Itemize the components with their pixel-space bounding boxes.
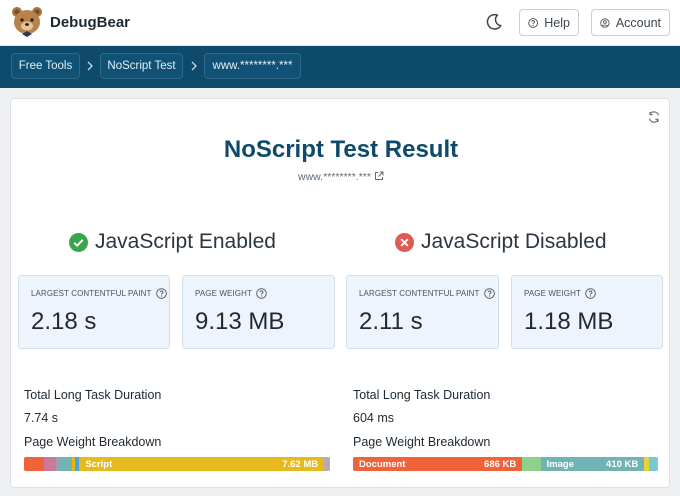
breakdown-segment[interactable] xyxy=(24,457,45,471)
breadcrumb: Free Tools NoScript Test www.********.**… xyxy=(0,46,680,88)
bear-logo-icon[interactable] xyxy=(10,4,44,38)
page-title: NoScript Test Result xyxy=(223,136,459,163)
breadcrumb-url[interactable]: www.********.*** xyxy=(204,53,301,79)
brand-name[interactable]: DebugBear xyxy=(50,14,130,31)
breadcrumb-free-tools[interactable]: Free Tools xyxy=(11,53,80,79)
metric-value: 2.18 s xyxy=(31,308,97,335)
metric-value: 1.18 MB xyxy=(524,308,614,335)
breakdown-segment[interactable] xyxy=(324,457,330,471)
top-header: DebugBear Help Account xyxy=(0,0,680,46)
long-task-value: 7.74 s xyxy=(24,411,59,425)
chevron-right-icon xyxy=(87,61,93,71)
long-task-label: Total Long Task Duration xyxy=(353,388,491,402)
help-circle-icon[interactable] xyxy=(585,288,596,299)
segment-size: 7.62 MB xyxy=(282,458,319,470)
page-weight-breakdown-bar: Document 686 KB Image 410 KB xyxy=(353,457,658,471)
chevron-right-icon xyxy=(191,61,197,71)
metric-value: 2.11 s xyxy=(359,308,423,335)
page-weight-breakdown-bar: Script 7.62 MB xyxy=(24,457,330,471)
metric-page-weight-enabled: PAGE WEIGHT 9.13 MB xyxy=(182,275,335,349)
segment-size: 686 KB xyxy=(484,458,517,470)
breakdown-segment[interactable] xyxy=(59,457,72,471)
breakdown-label: Page Weight Breakdown xyxy=(353,435,491,449)
breakdown-segment[interactable] xyxy=(522,457,541,471)
breakdown-label: Page Weight Breakdown xyxy=(24,435,162,449)
breadcrumb-noscript-test[interactable]: NoScript Test xyxy=(100,53,183,79)
segment-size: 410 KB xyxy=(606,458,639,470)
breakdown-segment[interactable]: Script 7.62 MB xyxy=(79,457,325,471)
long-task-value: 604 ms xyxy=(353,411,394,425)
metric-page-weight-disabled: PAGE WEIGHT 1.18 MB xyxy=(511,275,663,349)
user-circle-icon xyxy=(600,17,610,28)
segment-name: Document xyxy=(359,458,406,470)
moon-icon[interactable] xyxy=(484,12,504,32)
metric-label-text: LARGEST CONTENTFUL PAINT xyxy=(359,289,480,298)
js-enabled-label: JavaScript Enabled xyxy=(95,230,276,253)
breakdown-segment[interactable] xyxy=(44,457,57,471)
metric-lcp-enabled: LARGEST CONTENTFUL PAINT 2.18 s xyxy=(18,275,170,349)
metric-label: LARGEST CONTENTFUL PAINT xyxy=(359,288,495,299)
segment-name: Image xyxy=(546,458,575,470)
js-enabled-heading: JavaScript Enabled xyxy=(69,230,276,254)
help-button[interactable]: Help xyxy=(519,9,579,36)
metric-label-text: LARGEST CONTENTFUL PAINT xyxy=(31,289,152,298)
metric-value: 9.13 MB xyxy=(195,308,285,335)
help-circle-icon[interactable] xyxy=(256,288,267,299)
long-task-label: Total Long Task Duration xyxy=(24,388,162,402)
help-circle-icon[interactable] xyxy=(155,288,167,299)
breakdown-segment[interactable]: Image 410 KB xyxy=(540,457,645,471)
x-circle-icon xyxy=(395,232,414,252)
metric-label: LARGEST CONTENTFUL PAINT xyxy=(31,288,167,299)
account-button[interactable]: Account xyxy=(591,9,670,36)
tested-url: www.********.*** xyxy=(11,171,671,183)
result-card: NoScript Test Result www.********.*** Ja… xyxy=(10,98,670,488)
help-circle-icon[interactable] xyxy=(483,288,495,299)
breakdown-segment[interactable]: Document 686 KB xyxy=(353,457,523,471)
tested-url-link[interactable]: www.********.*** xyxy=(298,171,371,183)
account-label: Account xyxy=(615,15,661,30)
js-disabled-label: JavaScript Disabled xyxy=(421,230,607,253)
check-circle-icon xyxy=(69,232,88,252)
metric-label: PAGE WEIGHT xyxy=(524,288,596,299)
metric-lcp-disabled: LARGEST CONTENTFUL PAINT 2.11 s xyxy=(346,275,499,349)
refresh-icon[interactable] xyxy=(647,110,661,124)
metric-label: PAGE WEIGHT xyxy=(195,288,267,299)
breakdown-segment[interactable] xyxy=(648,457,658,471)
question-circle-icon xyxy=(528,17,538,28)
js-disabled-heading: JavaScript Disabled xyxy=(395,230,607,254)
metric-label-text: PAGE WEIGHT xyxy=(195,289,252,298)
external-link-icon[interactable] xyxy=(374,171,384,181)
help-label: Help xyxy=(544,15,570,30)
segment-name: Script xyxy=(85,458,113,470)
metric-label-text: PAGE WEIGHT xyxy=(524,289,581,298)
